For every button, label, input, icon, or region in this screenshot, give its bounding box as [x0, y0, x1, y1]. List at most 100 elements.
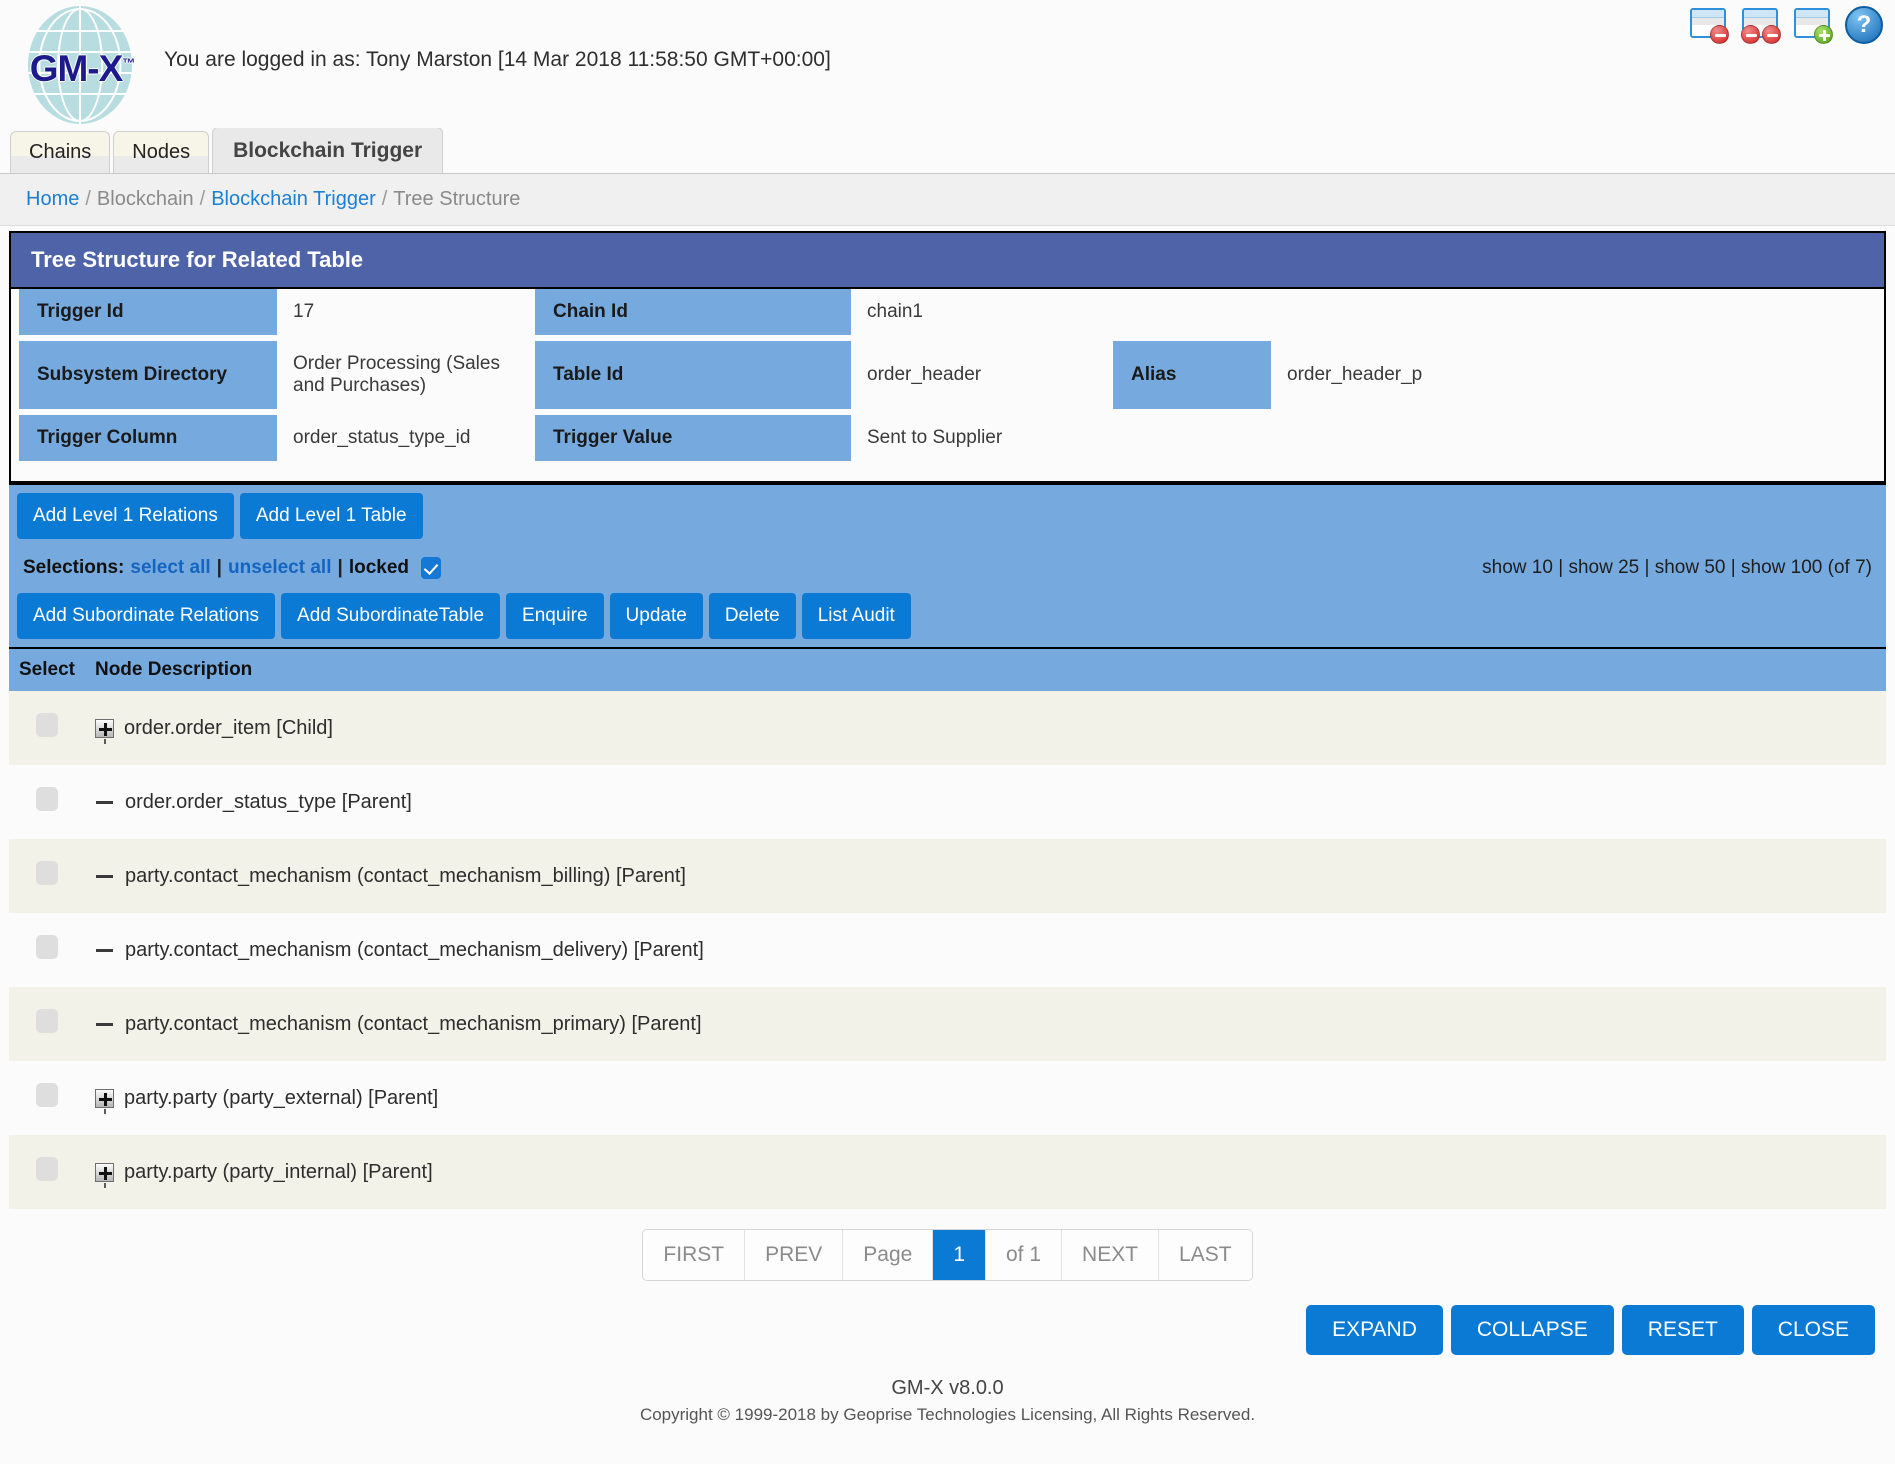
select-all-link[interactable]: select all — [130, 557, 210, 579]
table-row[interactable]: party.contact_mechanism (contact_mechani… — [9, 913, 1886, 987]
row-checkbox[interactable] — [35, 935, 58, 959]
page-title: Tree Structure for Related Table — [11, 233, 1884, 289]
node-description-label: party.contact_mechanism (contact_mechani… — [124, 1012, 702, 1035]
help-icon[interactable]: ? — [1845, 6, 1883, 44]
node-description-label: party.party (party_internal) [Parent] — [123, 1160, 433, 1183]
breadcrumb-item-home[interactable]: Home — [26, 188, 79, 210]
locked-checkbox[interactable] — [421, 557, 442, 579]
logo-label: GM-X — [29, 48, 124, 89]
window-controls: ? — [1689, 6, 1883, 44]
plus-box-icon[interactable] — [94, 1162, 114, 1188]
show-25-link[interactable]: show 25 — [1568, 557, 1639, 578]
show-50-link[interactable]: show 50 — [1655, 557, 1726, 578]
row-select-cell — [9, 691, 85, 765]
table-row[interactable]: party.contact_mechanism (contact_mechani… — [9, 839, 1886, 913]
dash-icon — [95, 874, 113, 878]
close-window-icon[interactable] — [1689, 6, 1731, 44]
tab-nodes[interactable]: Nodes — [113, 131, 210, 173]
pager-next-button[interactable]: NEXT — [1062, 1230, 1160, 1280]
expand-button[interactable]: EXPAND — [1306, 1305, 1443, 1355]
breadcrumb-item-blockchain: Blockchain — [96, 188, 194, 210]
reset-button[interactable]: RESET — [1621, 1305, 1744, 1355]
show-10-link[interactable]: show 10 — [1482, 557, 1553, 578]
enquire-button[interactable]: Enquire — [506, 593, 604, 639]
unselect-all-link[interactable]: unselect all — [228, 557, 332, 579]
logo-wordmark: GM-X™ — [22, 48, 142, 90]
close-all-windows-icon[interactable] — [1741, 6, 1783, 44]
show-separator: | — [1558, 557, 1564, 578]
breadcrumb-separator: / — [199, 188, 206, 210]
table-row[interactable]: party.party (party_internal) [Parent] — [9, 1135, 1886, 1209]
pager-last-button[interactable]: LAST — [1159, 1230, 1252, 1280]
list-audit-button[interactable]: List Audit — [801, 593, 911, 639]
node-description-label: party.contact_mechanism (contact_mechani… — [124, 938, 704, 961]
breadcrumb-item-blockchain-trigger[interactable]: Blockchain Trigger — [211, 188, 376, 210]
add-subordinate-table-button[interactable]: Add SubordinateTable — [281, 593, 501, 639]
pager-page-label: Page — [843, 1230, 934, 1280]
copyright-text: Copyright © 1999-2018 by Geoprise Techno… — [639, 1405, 1256, 1424]
row-checkbox[interactable] — [35, 861, 58, 885]
total-count-text: (of 7) — [1827, 557, 1872, 578]
table-row[interactable]: order.order_status_type [Parent] — [9, 765, 1886, 839]
label-trigger-value: Trigger Value — [535, 415, 851, 461]
login-status-text: You are logged in as: Tony Marston [14 M… — [164, 48, 831, 71]
row-checkbox[interactable] — [35, 787, 58, 811]
delete-button[interactable]: Delete — [708, 593, 796, 639]
selections-separator: | — [216, 557, 222, 578]
table-row[interactable]: party.contact_mechanism (contact_mechani… — [9, 987, 1886, 1061]
locked-label: locked — [348, 557, 410, 578]
pager-first-button[interactable]: FIRST — [643, 1230, 746, 1280]
new-window-icon[interactable] — [1793, 6, 1835, 44]
row-checkbox[interactable] — [35, 713, 58, 737]
breadcrumb-item-tree-structure: Tree Structure — [393, 188, 521, 210]
show-separator: | — [1730, 557, 1736, 578]
dash-icon — [95, 1022, 113, 1026]
row-description-cell: party.contact_mechanism (contact_mechani… — [84, 839, 1886, 913]
add-subordinate-relations-button[interactable]: Add Subordinate Relations — [17, 593, 276, 639]
add-level-1-relations-button[interactable]: Add Level 1 Relations — [17, 493, 234, 539]
pager-prev-button[interactable]: PREV — [745, 1230, 844, 1280]
main-tabs: Chains Nodes Blockchain Trigger — [0, 127, 1895, 174]
dash-icon — [95, 948, 113, 952]
column-header-select: Select — [9, 647, 85, 691]
row-select-cell — [9, 987, 85, 1061]
value-chain-id: chain1 — [851, 289, 1884, 335]
value-alias: order_header_p — [1271, 341, 1884, 409]
label-trigger-id: Trigger Id — [19, 289, 277, 335]
plus-box-icon[interactable] — [94, 718, 114, 744]
table-row[interactable]: order.order_item [Child] — [9, 691, 1886, 765]
show-100-link[interactable]: show 100 — [1741, 557, 1822, 578]
label-chain-id: Chain Id — [535, 289, 851, 335]
node-description-label: order.order_status_type [Parent] — [124, 790, 412, 813]
collapse-button[interactable]: COLLAPSE — [1450, 1305, 1614, 1355]
row-select-cell — [9, 839, 85, 913]
row-checkbox[interactable] — [35, 1009, 58, 1033]
page-footer: GM-X v8.0.0 Copyright © 1999-2018 by Geo… — [0, 1373, 1895, 1435]
update-button[interactable]: Update — [609, 593, 703, 639]
label-table-id: Table Id — [535, 341, 851, 409]
form-row-trigger-column: Trigger Column order_status_type_id Trig… — [11, 415, 1884, 461]
pager-current-page[interactable]: 1 — [933, 1230, 986, 1280]
node-description-label: party.contact_mechanism (contact_mechani… — [124, 864, 686, 887]
tab-blockchain-trigger[interactable]: Blockchain Trigger — [212, 127, 444, 173]
plus-box-icon[interactable] — [94, 1088, 114, 1114]
value-subsystem-directory: Order Processing (Sales and Purchases) — [277, 341, 535, 409]
value-trigger-id: 17 — [277, 289, 535, 335]
table-row[interactable]: party.party (party_external) [Parent] — [9, 1061, 1886, 1135]
add-level-1-table-button[interactable]: Add Level 1 Table — [239, 493, 423, 539]
label-subsystem-directory: Subsystem Directory — [19, 341, 277, 409]
level1-toolbar: Add Level 1 Relations Add Level 1 Table — [9, 483, 1886, 547]
dash-icon — [95, 800, 113, 804]
detail-form: Trigger Id 17 Chain Id chain1 Subsystem … — [11, 289, 1884, 481]
row-checkbox[interactable] — [35, 1157, 58, 1181]
bottom-action-bar: EXPAND COLLAPSE RESET CLOSE — [0, 1293, 1895, 1373]
version-text: GM-X v8.0.0 — [891, 1377, 1004, 1399]
gmx-logo: GM-X™ — [14, 4, 154, 124]
close-button[interactable]: CLOSE — [1751, 1305, 1875, 1355]
tab-chains[interactable]: Chains — [10, 131, 111, 173]
breadcrumb-separator: / — [381, 188, 388, 210]
selections-separator: | — [337, 557, 343, 578]
row-description-cell: order.order_status_type [Parent] — [84, 765, 1886, 839]
row-description-cell: party.party (party_internal) [Parent] — [84, 1135, 1886, 1209]
row-checkbox[interactable] — [35, 1083, 58, 1107]
